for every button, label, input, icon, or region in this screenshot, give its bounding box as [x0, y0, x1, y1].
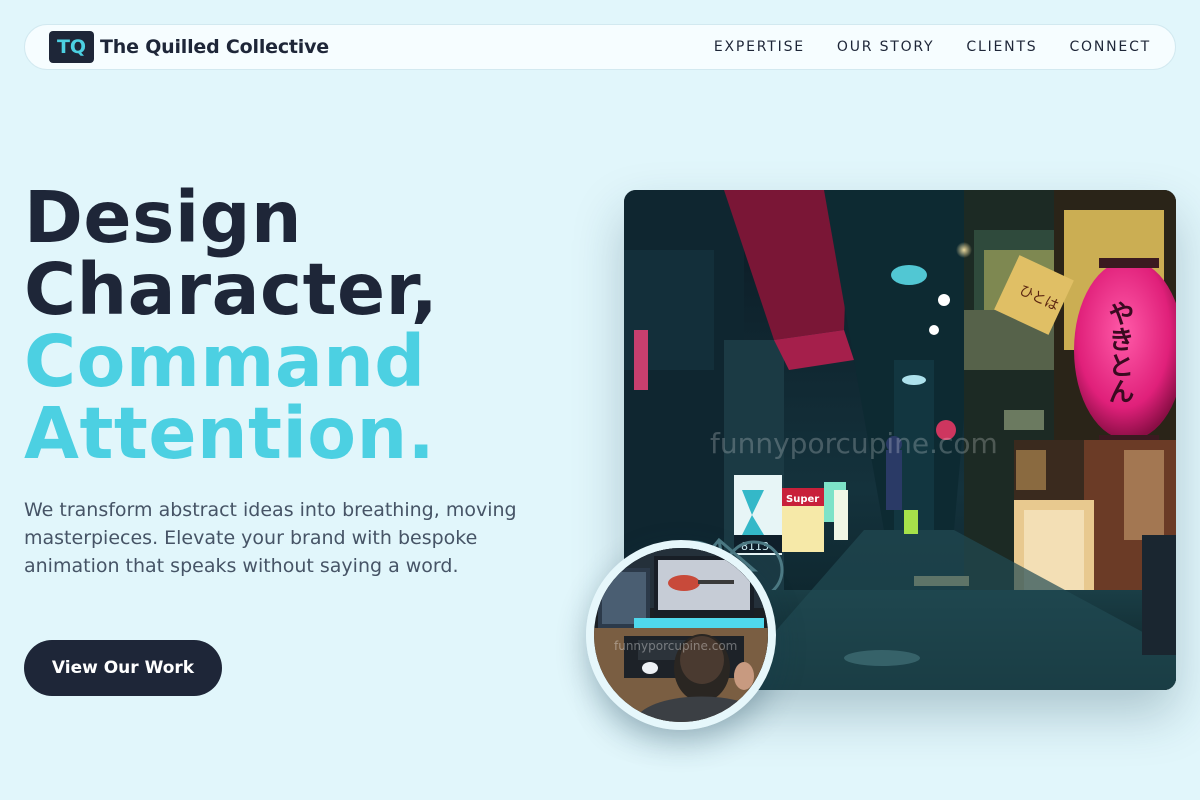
nav-link-expertise[interactable]: EXPERTISE: [714, 39, 805, 55]
main-photo-watermark: funnyporcupine.com: [710, 427, 998, 460]
hero-title-line-3: Command: [24, 320, 426, 403]
nav-link-connect[interactable]: CONNECT: [1069, 39, 1151, 55]
nav-links: EXPERTISE OUR STORY CLIENTS CONNECT: [714, 39, 1151, 55]
top-navigation: TQ The Quilled Collective EXPERTISE OUR …: [24, 24, 1176, 70]
sign-text: Super: [786, 494, 819, 505]
hero-title-line-2: Character,: [24, 248, 439, 331]
nav-link-our-story[interactable]: OUR STORY: [837, 39, 935, 55]
brand-logo[interactable]: TQ The Quilled Collective: [49, 31, 329, 63]
nav-link-clients[interactable]: CLIENTS: [966, 39, 1037, 55]
circle-photo-watermark: funnyporcupine.com: [614, 639, 737, 653]
hero-description: We transform abstract ideas into breathi…: [24, 499, 517, 577]
hero-title-line-4: Attention.: [24, 392, 436, 475]
brand-badge: TQ: [49, 31, 94, 63]
view-our-work-button[interactable]: View Our Work: [24, 640, 222, 696]
lantern-text: やきとん: [1104, 300, 1134, 404]
hero-title: Design Character, Command Attention.: [24, 182, 584, 470]
hero-title-line-1: Design: [24, 176, 303, 259]
workstation-photo: funnyporcupine.com: [586, 540, 776, 730]
brand-name: The Quilled Collective: [100, 36, 329, 58]
